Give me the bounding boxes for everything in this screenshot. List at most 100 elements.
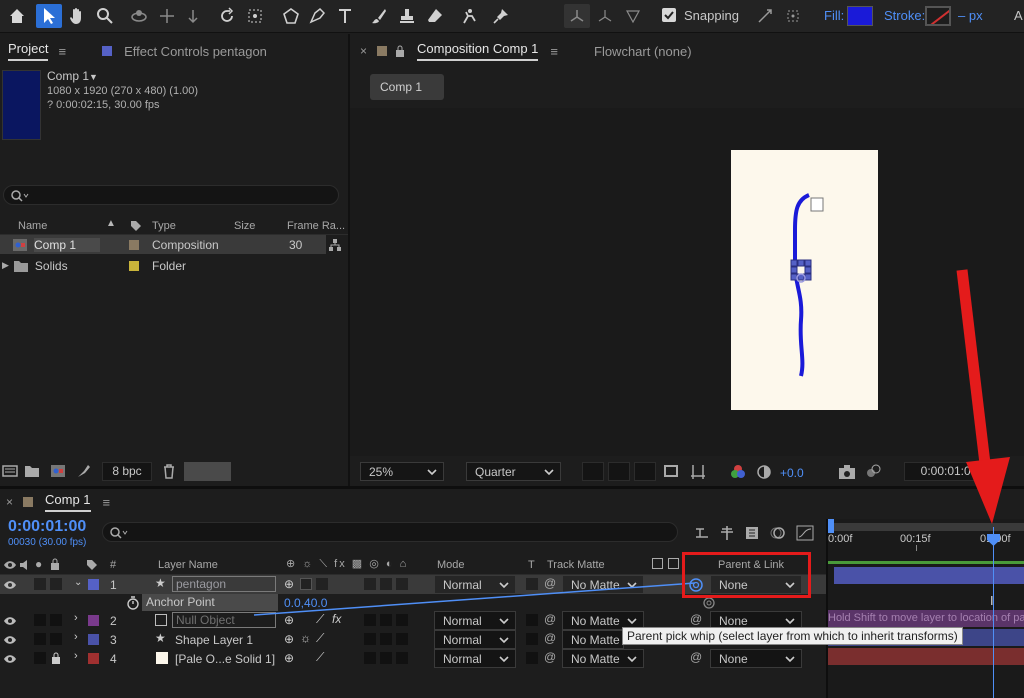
pen-tool-icon[interactable] [304,4,330,28]
comp-name-label[interactable]: Comp 1▼ [47,69,98,83]
solo-switch[interactable] [34,614,46,626]
graph-editor-icon[interactable] [796,525,814,541]
panel-menu-icon[interactable]: ≡ [58,44,66,59]
close-tab-icon[interactable]: × [360,44,367,58]
eye-icon[interactable] [3,634,17,646]
quality-switch[interactable]: ⟋ [316,631,324,646]
solo-switch[interactable] [34,633,46,645]
shy-switch[interactable]: ⊕ [284,651,294,665]
lock-icon[interactable] [395,45,405,57]
3d-switch[interactable] [396,652,408,664]
layer-label-swatch[interactable] [88,634,99,645]
tab-timeline-comp1[interactable]: Comp 1 [45,492,91,512]
new-folder-icon[interactable] [24,464,40,478]
adjustment-switch[interactable] [380,652,392,664]
type-tool-icon[interactable] [332,4,358,28]
comp-breadcrumb[interactable]: Comp 1 [370,74,444,100]
track-matte-dropdown[interactable]: No Matte [562,630,624,649]
fill-color-swatch[interactable] [847,6,873,26]
reset-exposure-icon[interactable] [756,464,772,480]
layer-label-swatch[interactable] [88,615,99,626]
eraser-tool-icon[interactable] [422,4,448,28]
shy-switch[interactable]: ⊕ [284,632,294,646]
preserve-transparency-switch[interactable] [526,633,538,645]
motion-blur-icon[interactable] [770,525,786,541]
puppet-pin-icon[interactable] [488,4,514,28]
timeline-splitter[interactable] [826,519,828,698]
lock-column-icon[interactable] [50,558,60,570]
snapping-checkbox[interactable] [662,8,676,22]
lock-switch[interactable] [50,578,62,590]
matte-pick-whip-icon[interactable]: @ [544,631,556,645]
layer-name[interactable]: [Pale O...e Solid 1] [175,652,275,666]
view-axis-mode-icon[interactable] [620,4,646,28]
hand-tool-icon[interactable] [64,4,90,28]
chevron-right-icon[interactable]: › [74,612,78,624]
layer-matte-icon[interactable] [668,558,679,569]
new-composition-icon[interactable] [50,464,66,478]
roto-brush-icon[interactable] [456,4,482,28]
region-of-interest-icon[interactable] [664,465,678,477]
tab-composition[interactable]: Composition Comp 1 [417,41,539,61]
project-item-comp1[interactable]: Comp 1 Composition 30 [0,235,326,254]
switches-header-icons[interactable]: ⊕ ☼ ⟍ fx ▩ ◎ ◐ ⌂ [286,557,408,571]
local-axis-mode-icon[interactable] [564,4,590,28]
fast-previews-icon[interactable] [582,462,604,481]
shape-tool-icon[interactable] [278,4,304,28]
snap-features-icon[interactable] [780,4,806,28]
comp-canvas[interactable] [731,150,878,410]
playhead-line[interactable] [993,527,994,698]
composition-flowchart-icon[interactable] [694,525,710,541]
snapshot-camera-icon[interactable] [838,464,856,480]
layer-bar-null[interactable]: Hold Shift to move layer to location of … [828,610,1024,627]
dolly-camera-icon[interactable] [180,4,206,28]
3d-switch[interactable] [396,633,408,645]
show-snapshot-icon[interactable] [864,463,882,479]
tab-effect-controls[interactable]: Effect Controls pentagon [124,44,267,59]
mode-dropdown[interactable]: Normal [434,630,516,649]
frame-blending-icon[interactable] [744,525,760,541]
chevron-right-icon[interactable]: › [74,650,78,662]
exposure-value[interactable]: +0.0 [780,466,804,480]
tab-flowchart[interactable]: Flowchart (none) [594,44,692,59]
world-axis-mode-icon[interactable] [592,4,618,28]
lock-switch[interactable] [50,633,62,645]
grid-guides-icon[interactable] [690,464,706,480]
eye-icon[interactable] [3,579,17,591]
layer-label-swatch[interactable] [88,579,99,590]
bit-depth-button[interactable]: 8 bpc [102,462,152,481]
stopwatch-icon[interactable] [126,596,140,610]
adjustment-switch[interactable] [380,633,392,645]
clone-stamp-icon[interactable] [394,4,420,28]
project-settings-icon[interactable] [76,463,92,479]
label-tag-icon[interactable] [130,220,142,232]
interpret-footage-icon[interactable] [2,464,18,478]
video-visibility-icon[interactable] [3,559,17,571]
snap-edges-icon[interactable] [752,4,778,28]
selection-tool-icon[interactable] [36,4,62,28]
label-swatch[interactable] [129,239,139,250]
matte-pick-whip-icon[interactable]: @ [544,650,556,664]
label-swatch[interactable] [129,260,139,271]
quality-switch[interactable]: ⟋ [316,650,324,665]
work-area-start[interactable] [828,519,834,533]
property-pick-whip-icon[interactable] [702,596,716,610]
audio-icon[interactable] [19,559,31,571]
timeline-track-area[interactable]: 0:00f 00:15f 01:00f Hold Shift to move l… [828,519,1024,698]
layer-locked-icon[interactable] [51,652,61,664]
home-icon[interactable] [4,4,30,28]
column-size[interactable]: Size [234,220,255,232]
pentagon-anchor-handles[interactable] [790,259,812,283]
mask-visibility-icon[interactable] [634,462,656,481]
channel-rgb-icon[interactable] [730,464,746,480]
rotation-tool-icon[interactable] [214,4,240,28]
pan-behind-tool-icon[interactable] [242,4,268,28]
panel-menu-icon[interactable]: ≡ [103,495,111,510]
orbit-camera-icon[interactable] [126,4,152,28]
zoom-tool-icon[interactable] [92,4,118,28]
column-frame-rate[interactable]: Frame Ra... [287,220,345,232]
stroke-color-swatch[interactable] [925,6,951,26]
label-tag-icon[interactable] [86,559,98,571]
column-mode[interactable]: Mode [437,559,465,571]
project-item-solids[interactable]: ▶ Solids Folder [0,256,326,275]
